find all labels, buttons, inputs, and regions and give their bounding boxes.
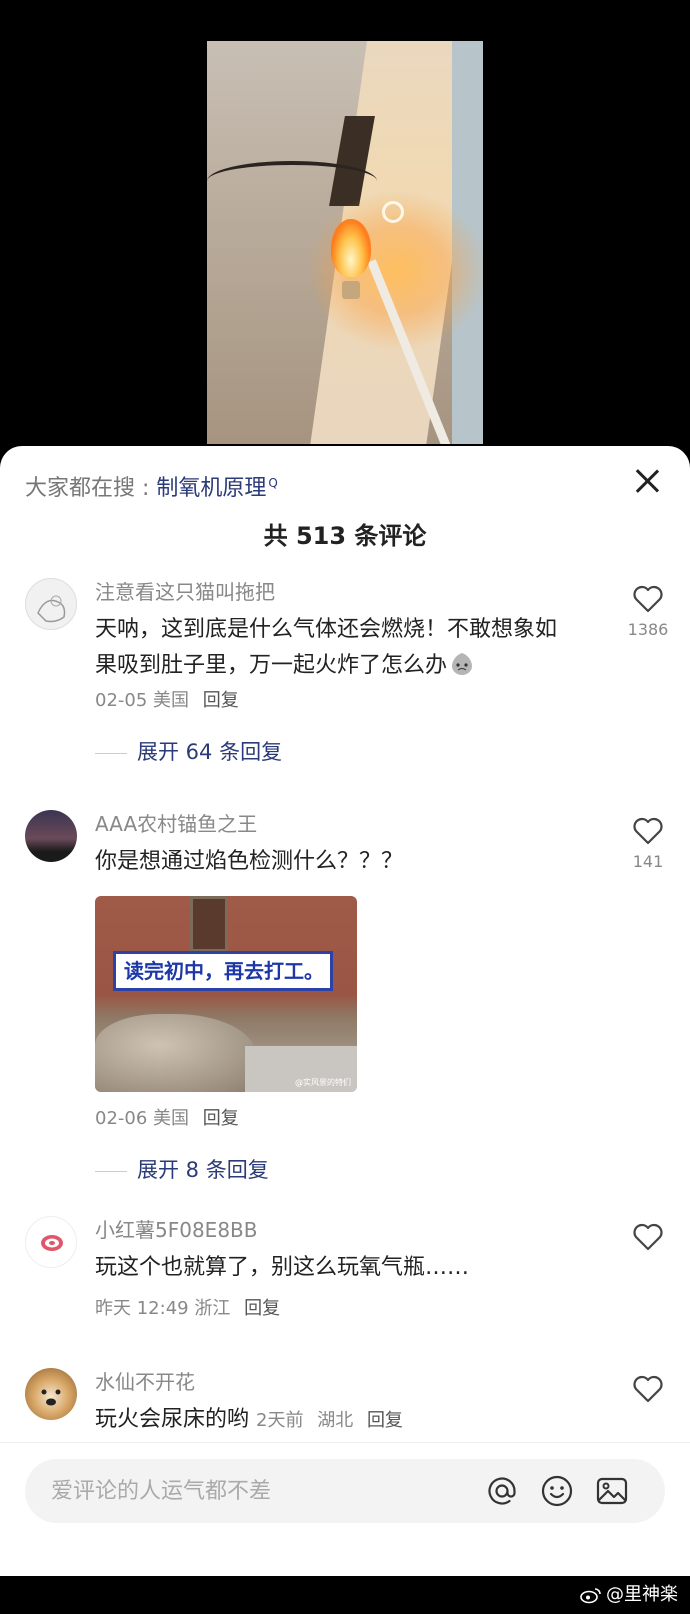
reply-button[interactable]: 回复 — [203, 1108, 239, 1129]
comment-meta: 昨天 12:49 浙江 回复 — [95, 1294, 280, 1320]
avatar[interactable] — [25, 1216, 77, 1268]
comment-date: 02-05 — [95, 690, 148, 711]
comment-meta: 02-05 美国 回复 — [95, 686, 239, 712]
flame — [331, 219, 371, 277]
comment-sheet: 大家都在搜 : 制氧机原理 Q 共 513 条评论 注意看这只猫叫拖把 天呐，这到… — [0, 446, 690, 1576]
avatar[interactable] — [25, 810, 77, 862]
comment-image-watermark: @实风景的特们 — [295, 1078, 351, 1087]
close-button[interactable] — [632, 466, 662, 496]
reply-button[interactable]: 回复 — [367, 1410, 403, 1431]
avatar[interactable] — [25, 1368, 77, 1420]
heart-icon[interactable] — [632, 584, 664, 614]
heart-icon[interactable] — [632, 1374, 664, 1404]
like-count: 141 — [632, 852, 664, 871]
like-control[interactable]: 1386 — [620, 584, 676, 639]
search-suggestion[interactable]: 大家都在搜 : 制氧机原理 Q — [25, 470, 278, 502]
expand-replies-button[interactable]: 展开 8 条回复 — [95, 1154, 269, 1184]
comment-text: 玩火会尿床的哟 2天前 湖北 回复 — [95, 1407, 403, 1432]
comment-username[interactable]: 注意看这只猫叫拖把 — [95, 576, 275, 605]
image-icon[interactable] — [595, 1474, 629, 1508]
comment-text: 天呐，这到底是什么气体还会燃烧！不敢想象如果吸到肚子里，万一起火炸了怎么办 — [95, 617, 558, 678]
watermark-text: @里神楽 — [606, 1584, 678, 1605]
video-frame — [207, 41, 483, 444]
reply-button[interactable]: 回复 — [203, 690, 239, 711]
like-control[interactable] — [620, 1374, 676, 1404]
comment-location: 美国 — [153, 690, 190, 711]
weibo-logo-icon — [580, 1588, 601, 1604]
comment-input-box[interactable] — [25, 1459, 665, 1523]
comment-date: 昨天 12:49 — [95, 1298, 189, 1319]
comment-meta: 02-06 美国 回复 — [95, 1104, 239, 1130]
comment-count-title: 共 513 条评论 — [263, 522, 427, 550]
comment-username[interactable]: 水仙不开花 — [95, 1366, 195, 1395]
heart-icon[interactable] — [632, 1222, 664, 1252]
watermark: @里神楽 — [580, 1580, 678, 1606]
search-icon: Q — [268, 475, 278, 490]
bottom-bar: @里神楽 — [0, 1576, 690, 1614]
comment-text: 玩这个也就算了，别这么玩氧气瓶…… — [95, 1255, 470, 1280]
comment-username[interactable]: AAA农村锚鱼之王 — [95, 808, 257, 837]
expand-replies-button[interactable]: 展开 64 条回复 — [95, 736, 282, 766]
search-suggestion-term[interactable]: 制氧机原理 — [156, 476, 266, 501]
comment-image[interactable]: 读完初中，再去打工。 @实风景的特们 — [95, 896, 357, 1092]
reply-button[interactable]: 回复 — [244, 1298, 280, 1319]
like-count: 1386 — [627, 620, 669, 639]
comment-location: 浙江 — [194, 1298, 231, 1319]
video-player[interactable] — [0, 0, 690, 480]
comment-image-banner: 读完初中，再去打工。 — [113, 951, 333, 991]
sweat-emoji-icon — [449, 650, 475, 676]
search-suggestion-label: 大家都在搜 : — [25, 476, 157, 501]
comment-input[interactable] — [25, 1459, 495, 1523]
emoji-icon[interactable] — [540, 1474, 574, 1508]
avatar[interactable] — [25, 578, 77, 630]
comment-date: 02-06 — [95, 1108, 148, 1129]
at-icon[interactable] — [485, 1474, 519, 1508]
like-control[interactable]: 141 — [620, 816, 676, 871]
comment-location: 湖北 — [317, 1410, 354, 1431]
comment-input-bar — [0, 1442, 690, 1532]
like-control[interactable] — [620, 1222, 676, 1252]
comment-username[interactable]: 小红薯5F08E8BB — [95, 1214, 257, 1243]
comment-location: 美国 — [153, 1108, 190, 1129]
comment-date: 2天前 — [256, 1410, 304, 1431]
comment-text: 你是想通过焰色检测什么？？？ — [95, 849, 404, 874]
heart-icon[interactable] — [632, 816, 664, 846]
comment-meta: 2天前 湖北 回复 — [256, 1410, 403, 1431]
